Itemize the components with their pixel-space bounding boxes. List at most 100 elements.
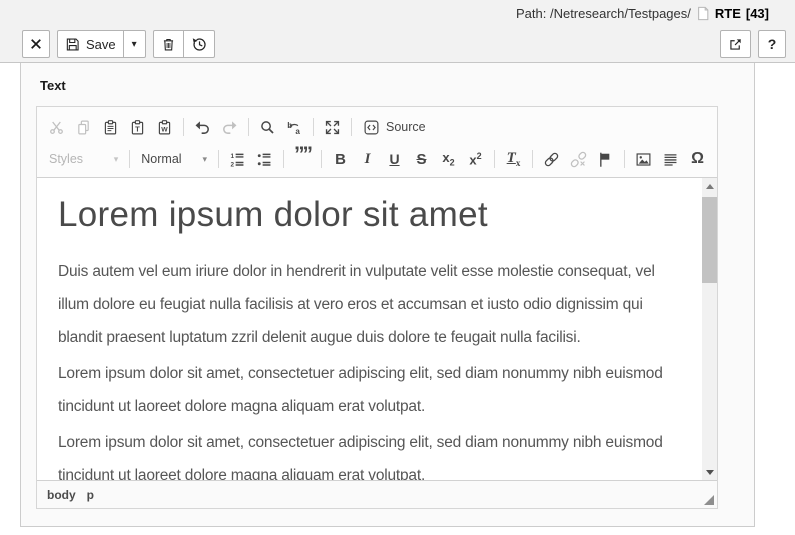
element-path-body[interactable]: body [47, 488, 76, 502]
doc-header: Path: /Netresearch/Testpages/ RTE [43] S… [0, 0, 795, 63]
scroll-down-arrow[interactable] [702, 464, 717, 480]
save-button[interactable]: Save [57, 30, 124, 58]
strikethrough-button[interactable]: S [409, 147, 434, 172]
unlink-icon [570, 151, 587, 168]
doc-toolbar-left: Save ▾ [22, 30, 215, 58]
help-button[interactable]: ? [758, 30, 786, 58]
editor-content[interactable]: Lorem ipsum dolor sit amet Duis autem ve… [58, 193, 687, 480]
scroll-up-arrow[interactable] [702, 178, 717, 194]
redo-button [217, 115, 242, 140]
replace-button[interactable]: ba [282, 115, 307, 140]
content-heading[interactable]: Lorem ipsum dolor sit amet [58, 193, 687, 237]
toolbar-separator [494, 150, 495, 168]
rte-toolbar-row-2: Styles ▾ Normal ▾ 12 ”” B I U S x2 x2 Tx… [43, 143, 711, 175]
save-icon [65, 37, 80, 52]
image-button[interactable] [631, 147, 656, 172]
svg-text:2: 2 [231, 161, 235, 168]
paste-text-icon: T [129, 119, 146, 136]
paste-as-text-button[interactable]: T [125, 115, 150, 140]
subscript-icon: x2 [442, 150, 455, 168]
editor-scrollbar[interactable] [702, 178, 717, 480]
open-new-window-button[interactable] [720, 30, 751, 58]
source-button[interactable]: Source [357, 114, 432, 140]
rte-editing-area[interactable]: Lorem ipsum dolor sit amet Duis autem ve… [37, 178, 717, 480]
toolbar-separator [351, 118, 352, 136]
close-icon [30, 38, 42, 50]
paste-button[interactable] [98, 115, 123, 140]
paste-icon [102, 119, 119, 136]
doc-toolbar-right: ? [720, 30, 786, 58]
paste-from-word-button[interactable]: W [152, 115, 177, 140]
special-character-button[interactable]: Ω [685, 147, 710, 172]
svg-text:T: T [135, 124, 140, 133]
save-label: Save [86, 36, 116, 52]
italic-icon: I [364, 150, 371, 167]
cut-button [44, 115, 69, 140]
find-button[interactable] [255, 115, 280, 140]
omega-icon: Ω [691, 150, 704, 167]
resize-grip[interactable] [704, 495, 714, 505]
bullet-list-button[interactable] [252, 147, 277, 172]
link-button[interactable] [539, 147, 564, 172]
history-button[interactable] [183, 30, 215, 58]
trash-icon [161, 37, 176, 52]
external-link-icon [728, 37, 743, 52]
maximize-button[interactable] [320, 115, 345, 140]
close-button[interactable] [22, 30, 50, 58]
flag-icon [597, 151, 614, 168]
horizontal-lines-button[interactable] [658, 147, 683, 172]
content-paragraph[interactable]: Lorem ipsum dolor sit amet, consectetuer… [58, 426, 687, 480]
superscript-icon: x2 [469, 150, 482, 168]
scissors-icon [48, 119, 65, 136]
unlink-button [566, 147, 591, 172]
bold-button[interactable]: B [328, 147, 353, 172]
record-title: RTE [714, 6, 741, 21]
scrollbar-thumb[interactable] [702, 197, 717, 283]
bullet-list-icon [256, 151, 273, 168]
chevron-down-icon: ▾ [113, 153, 119, 164]
paste-word-icon: W [156, 119, 173, 136]
image-icon [635, 151, 652, 168]
help-icon: ? [767, 36, 777, 52]
toolbar-separator [532, 150, 533, 168]
redo-icon [221, 119, 238, 136]
numbered-list-button[interactable]: 12 [225, 147, 250, 172]
delete-button[interactable] [152, 30, 184, 58]
history-icon [191, 36, 207, 52]
svg-text:a: a [295, 126, 300, 135]
typo3-edit-document: Path: /Netresearch/Testpages/ RTE [43] S… [0, 0, 795, 535]
svg-text:1: 1 [231, 153, 235, 160]
blockquote-button[interactable]: ”” [290, 143, 315, 172]
toolbar-separator [129, 150, 131, 168]
content-paragraph[interactable]: Lorem ipsum dolor sit amet, consectetuer… [58, 357, 687, 423]
remove-format-button[interactable]: Tx [501, 147, 526, 172]
toolbar-separator [313, 118, 314, 136]
numbered-list-icon: 12 [229, 151, 246, 168]
save-options-button[interactable]: ▾ [123, 30, 146, 58]
format-dropdown[interactable]: Normal ▾ [135, 146, 213, 172]
remove-format-icon: Tx [506, 150, 521, 168]
styles-dropdown: Styles ▾ [43, 146, 124, 172]
format-label: Normal [141, 152, 182, 166]
save-button-group: Save ▾ [57, 30, 146, 58]
delete-history-group [152, 30, 215, 58]
element-path-p[interactable]: p [87, 488, 94, 502]
record-breadcrumb: Path: /Netresearch/Testpages/ RTE [43] [516, 6, 769, 21]
blockquote-icon: ”” [294, 143, 313, 166]
underline-button[interactable]: U [382, 147, 407, 172]
replace-icon: ba [286, 119, 303, 136]
search-icon [259, 119, 276, 136]
styles-label: Styles [49, 152, 84, 166]
content-paragraph[interactable]: Duis autem vel eum iriure dolor in hendr… [58, 255, 687, 354]
undo-icon [194, 119, 211, 136]
maximize-icon [324, 119, 341, 136]
toolbar-separator [321, 150, 322, 168]
subscript-button[interactable]: x2 [436, 147, 461, 172]
undo-button[interactable] [190, 115, 215, 140]
superscript-button[interactable]: x2 [463, 147, 488, 172]
form-panel: Text T W b a Source Styles ▾ Normal ▾ 1 … [20, 63, 755, 527]
toolbar-separator [218, 150, 219, 168]
italic-button[interactable]: I [355, 147, 380, 172]
anchor-button[interactable] [593, 147, 618, 172]
toolbar-separator [248, 118, 249, 136]
